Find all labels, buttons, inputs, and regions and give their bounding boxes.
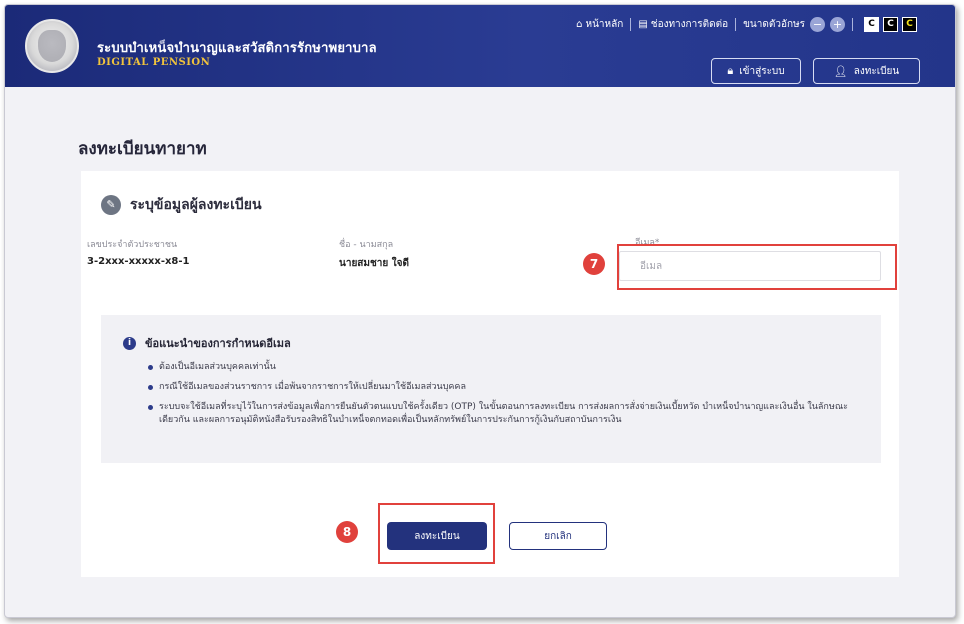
- registration-card: ✎ ระบุข้อมูลผู้ลงทะเบียน เลขประจำตัวประช…: [81, 171, 899, 577]
- section-title: ✎ ระบุข้อมูลผู้ลงทะเบียน: [101, 194, 262, 216]
- list-item: ต้องเป็นอีเมลส่วนบุคคลเท่านั้น: [147, 361, 867, 374]
- contrast-normal-button[interactable]: C: [864, 17, 879, 32]
- contrast-yellow-button[interactable]: C: [902, 17, 917, 32]
- advice-title-text: ข้อแนะนำของการกำหนดอีเมล: [145, 337, 291, 350]
- zoom-in-button[interactable]: +: [830, 17, 845, 32]
- nav-divider: [735, 18, 737, 31]
- zoom-out-button[interactable]: −: [810, 17, 825, 32]
- system-subtitle: DIGITAL PENSION: [97, 57, 211, 68]
- nav-divider: [852, 18, 853, 31]
- step-marker-7: 7: [583, 253, 605, 275]
- contact-icon: ▤: [638, 19, 648, 30]
- section-title-text: ระบุข้อมูลผู้ลงทะเบียน: [130, 197, 262, 213]
- name-value: นายสมชาย ใจดี: [339, 258, 409, 269]
- contact-link[interactable]: ▤ ช่องทางการติดต่อ: [638, 17, 728, 32]
- list-item: ระบบจะใช้อีเมลที่ระบุไว้ในการส่งข้อมูลเพ…: [147, 401, 867, 427]
- page-title: ลงทะเบียนทายาท: [78, 139, 207, 159]
- list-item: กรณีใช้อีเมลของส่วนราชการ เมื่อพ้นจากราช…: [147, 381, 867, 394]
- nav-divider: [630, 18, 632, 31]
- lock-icon: 🔒︎: [727, 64, 734, 77]
- login-label: เข้าสู่ระบบ: [739, 65, 785, 77]
- contact-label: ช่องทางการติดต่อ: [650, 19, 729, 30]
- email-advice-panel: i ข้อแนะนำของการกำหนดอีเมล ต้องเป็นอีเมล…: [101, 315, 881, 463]
- step-marker-8: 8: [336, 521, 358, 543]
- user-add-icon: 👤︎: [833, 64, 848, 78]
- contrast-dark-button[interactable]: C: [883, 17, 898, 32]
- login-button[interactable]: 🔒︎ เข้าสู่ระบบ: [711, 58, 801, 84]
- system-title: ระบบบำเหน็จบำนาญและสวัสดิการรักษาพยาบาล: [97, 41, 377, 56]
- logo-emblem: [38, 30, 66, 62]
- highlight-box-email: [617, 244, 897, 290]
- site-header: ระบบบำเหน็จบำนาญและสวัสดิการรักษาพยาบาล …: [5, 5, 955, 87]
- home-label: หน้าหลัก: [585, 19, 624, 30]
- advice-list: ต้องเป็นอีเมลส่วนบุคคลเท่านั้น กรณีใช้อี…: [147, 361, 867, 434]
- home-link[interactable]: ⌂ หน้าหลัก: [576, 17, 623, 32]
- department-logo: [25, 19, 79, 73]
- highlight-box-submit: [378, 503, 495, 564]
- register-nav-label: ลงทะเบียน: [853, 65, 900, 77]
- pencil-icon: ✎: [101, 195, 121, 215]
- home-icon: ⌂: [576, 19, 583, 30]
- register-nav-button[interactable]: 👤︎ ลงทะเบียน: [813, 58, 920, 84]
- browser-frame: ระบบบำเหน็จบำนาญและสวัสดิการรักษาพยาบาล …: [4, 4, 956, 618]
- advice-title: i ข้อแนะนำของการกำหนดอีเมล: [123, 334, 291, 352]
- cancel-button[interactable]: ยกเลิก: [509, 522, 607, 550]
- font-size-label: ขนาดตัวอักษร: [743, 19, 805, 30]
- top-nav: ⌂ หน้าหลัก ▤ ช่องทางการติดต่อ ขนาดตัวอักษร…: [576, 17, 917, 32]
- name-label: ชื่อ - นามสกุล: [339, 240, 394, 250]
- info-icon: i: [123, 336, 136, 350]
- id-value: 3-2xxx-xxxxx-x8-1: [87, 256, 190, 267]
- id-label: เลขประจำตัวประชาชน: [87, 240, 178, 250]
